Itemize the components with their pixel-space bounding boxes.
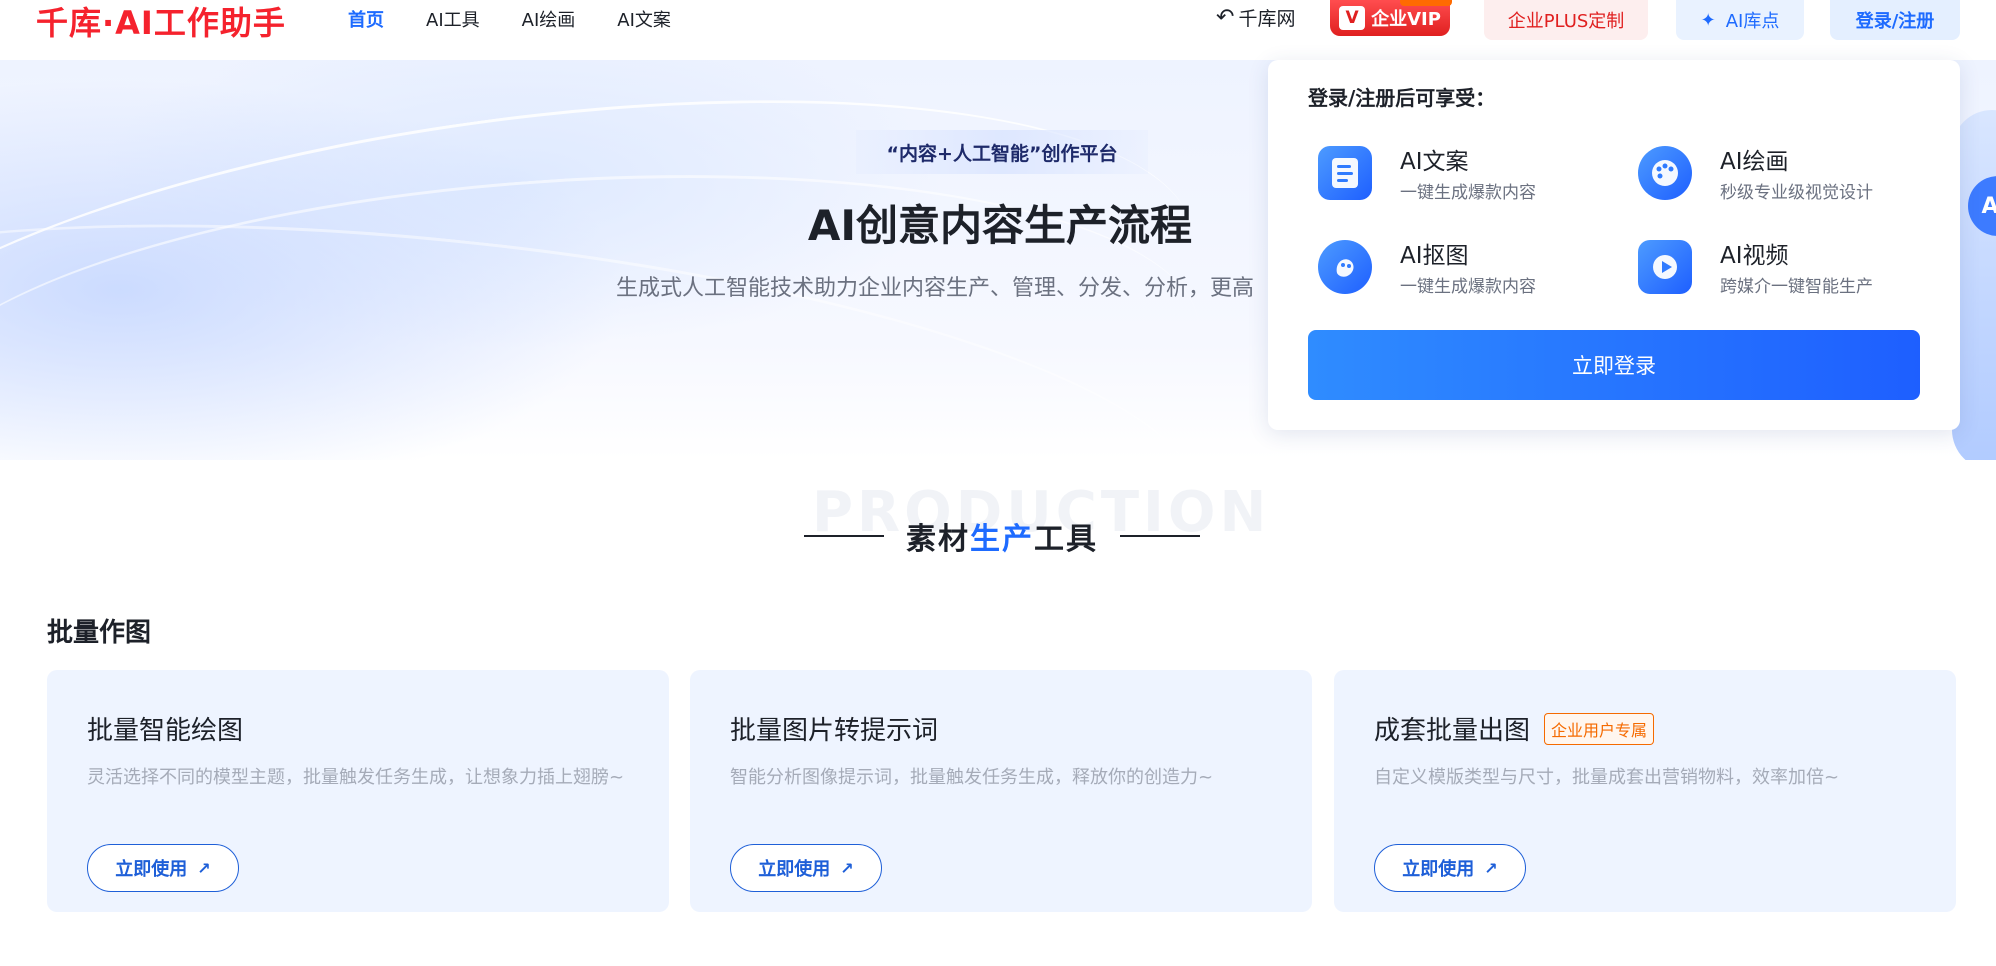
card-title-text: 批量图片转提示词	[730, 716, 939, 746]
feature-desc: 跨媒介一键智能生产	[1720, 277, 1873, 297]
card-title: 批量智能绘图	[87, 710, 243, 747]
feature-ai-copywriting: AI文案 一键生成爆款内容	[1318, 136, 1618, 206]
hero-subtitle: 生成式人工智能技术助力企业内容生产、管理、分发、分析，更高	[616, 276, 1255, 301]
back-to-qianku-link[interactable]: ↶ 千库网	[1216, 4, 1295, 31]
title-part-a: 素材	[906, 522, 970, 557]
card-title: 成套批量出图 企业用户专属	[1374, 710, 1655, 747]
arrow-up-right-icon: ↗	[197, 858, 211, 878]
arrow-up-right-icon: ↗	[840, 858, 854, 878]
feature-ai-painting: AI绘画 秒级专业级视觉设计	[1638, 136, 1938, 206]
group-title-batch: 批量作图	[47, 618, 152, 648]
tool-card-batch-set-output[interactable]: 成套批量出图 企业用户专属 自定义模版类型与尺寸，批量成套出营销物料，效率加倍~…	[1334, 670, 1956, 912]
cutout-icon	[1318, 240, 1372, 294]
vip-ribbon-decoration	[1400, 0, 1452, 6]
feature-desc: 一键生成爆款内容	[1400, 183, 1536, 203]
feature-name: AI视频	[1720, 243, 1789, 269]
sparkle-icon: ✦	[1700, 9, 1716, 31]
card-title-text: 批量智能绘图	[87, 716, 244, 746]
document-icon	[1318, 146, 1372, 200]
feature-ai-cutout: AI抠图 一键生成爆款内容	[1318, 230, 1618, 300]
card-description: 智能分析图像提示词，批量触发任务生成，释放你的创造力~	[730, 767, 1214, 788]
video-icon	[1638, 240, 1692, 294]
card-title: 批量图片转提示词	[730, 710, 938, 747]
top-header: 千库·AI工作助手 首页 AI工具 AI绘画 AI文案 ↶ 千库网 V 企业VI…	[0, 0, 1996, 60]
use-now-button[interactable]: 立即使用 ↗	[87, 844, 239, 892]
login-register-button[interactable]: 登录/注册	[1830, 0, 1960, 40]
use-now-label: 立即使用	[115, 859, 188, 880]
tool-card-batch-drawing[interactable]: 批量智能绘图 灵活选择不同的模型主题，批量触发任务生成，让想象力插上翅膀~ 立即…	[47, 670, 669, 912]
section-title-text: 素材生产工具	[906, 514, 1098, 558]
vip-v-icon: V	[1339, 6, 1366, 30]
vip-label: 企业VIP	[1371, 9, 1441, 30]
undo-arrow-icon: ↶	[1216, 5, 1235, 30]
arrow-up-right-icon: ↗	[1484, 858, 1498, 878]
enterprise-only-badge: 企业用户专属	[1544, 712, 1655, 745]
enterprise-plus-button[interactable]: 企业PLUS定制	[1484, 0, 1648, 40]
login-now-button[interactable]: 立即登录	[1308, 330, 1920, 400]
hero-title: AI创意内容生产流程	[807, 201, 1193, 250]
section-title: 素材生产工具	[797, 514, 1207, 558]
title-highlight: 生产	[970, 522, 1034, 557]
feature-name: AI抠图	[1400, 243, 1469, 269]
use-now-label: 立即使用	[1402, 859, 1475, 880]
feature-name: AI文案	[1400, 149, 1469, 175]
feature-desc: 一键生成爆款内容	[1400, 277, 1536, 297]
feature-name: AI绘画	[1720, 149, 1789, 175]
hero-tagline: “内容+人工智能”创作平台	[856, 130, 1148, 174]
title-divider-left	[804, 535, 884, 537]
ai-points-button[interactable]: ✦ AI库点	[1676, 0, 1804, 40]
use-now-button[interactable]: 立即使用 ↗	[730, 844, 882, 892]
feature-desc: 秒级专业级视觉设计	[1720, 183, 1873, 203]
feature-ai-video: AI视频 跨媒介一键智能生产	[1638, 230, 1938, 300]
use-now-label: 立即使用	[758, 859, 831, 880]
use-now-button[interactable]: 立即使用 ↗	[1374, 844, 1526, 892]
login-benefits-popover: 登录/注册后可享受： AI文案 一键生成爆款内容 AI绘画 秒级专业级视觉设计	[1268, 60, 1960, 430]
tool-card-image-to-prompt[interactable]: 批量图片转提示词 智能分析图像提示词，批量触发任务生成，释放你的创造力~ 立即使…	[690, 670, 1312, 912]
palette-icon	[1638, 146, 1692, 200]
title-divider-right	[1120, 535, 1200, 537]
card-description: 灵活选择不同的模型主题，批量触发任务生成，让想象力插上翅膀~	[87, 767, 625, 788]
title-part-b: 工具	[1034, 522, 1098, 557]
card-title-text: 成套批量出图	[1374, 716, 1531, 746]
ai-points-label: AI库点	[1725, 11, 1780, 32]
back-link-label: 千库网	[1238, 8, 1296, 30]
card-description: 自定义模版类型与尺寸，批量成套出营销物料，效率加倍~	[1374, 767, 1840, 788]
popover-title: 登录/注册后可享受：	[1308, 86, 1496, 110]
header-actions: ↶ 千库网 V 企业VIP 企业PLUS定制 ✦ AI库点 登录/注册	[0, 0, 1996, 60]
